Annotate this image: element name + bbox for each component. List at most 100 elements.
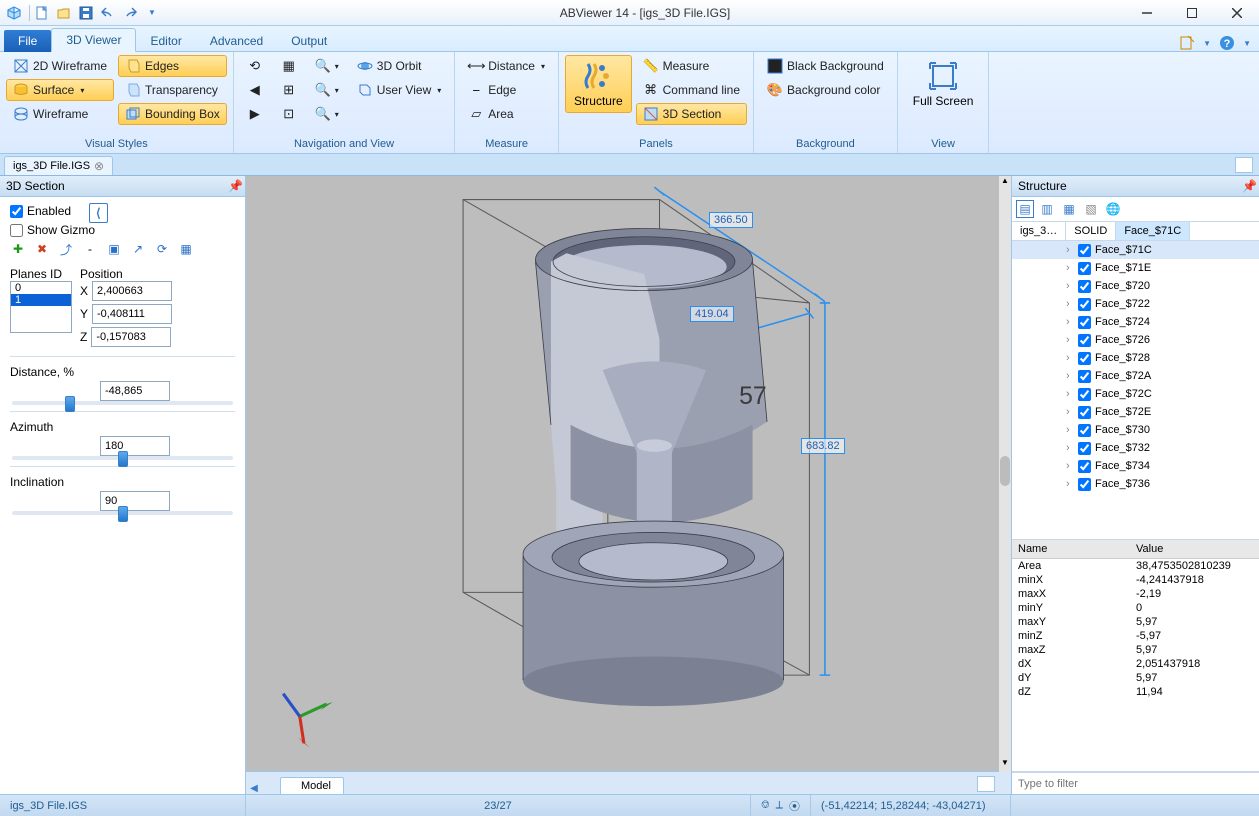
tree-row[interactable]: ›Face_$71C	[1012, 241, 1259, 259]
slider-azimuth[interactable]	[12, 456, 233, 460]
compose-icon[interactable]	[1179, 35, 1195, 51]
btn-nav5[interactable]: ⊞	[274, 79, 304, 101]
tab-expand[interactable]	[977, 776, 995, 792]
tree-row[interactable]: ›Face_$72E	[1012, 403, 1259, 421]
filter-input[interactable]	[1012, 772, 1259, 794]
struct-tool-5[interactable]: 🌐	[1104, 200, 1122, 218]
help-icon[interactable]: ?	[1219, 35, 1235, 51]
pin-icon[interactable]: 📌	[1239, 179, 1253, 193]
viewport-scrollbar[interactable]: ▲▼	[999, 176, 1011, 772]
tree-row[interactable]: ›Face_$72A	[1012, 367, 1259, 385]
struct-tool-4[interactable]: ▧	[1082, 200, 1100, 218]
check-show-gizmo[interactable]: Show Gizmo	[10, 223, 235, 237]
status-icon-2[interactable]: ⟂	[776, 799, 783, 812]
pin-icon[interactable]: 📌	[225, 179, 239, 193]
tool-t4[interactable]: ⟳	[154, 241, 170, 257]
tree-row[interactable]: ›Face_$736	[1012, 475, 1259, 493]
btn-edges[interactable]: Edges	[118, 55, 227, 77]
cube-icon[interactable]	[4, 3, 24, 23]
btn-fullscreen[interactable]: Full Screen	[904, 55, 983, 113]
btn-zoom[interactable]: 🔍▾	[308, 55, 346, 77]
btn-nav1[interactable]: ⟲	[240, 55, 270, 77]
btn-black-bg[interactable]: Black Background	[760, 55, 891, 77]
dropdown-icon[interactable]: ▼	[142, 3, 162, 23]
btn-nav6[interactable]: ⊡	[274, 103, 304, 125]
input-distance[interactable]	[100, 381, 170, 401]
btn-3d-section[interactable]: 3D Section	[636, 103, 747, 125]
btn-distance[interactable]: ⟷Distance▾	[461, 55, 552, 77]
btn-transparency[interactable]: Transparency	[118, 79, 227, 101]
tab-prev[interactable]: ◀	[246, 783, 262, 794]
tool-t5[interactable]: ▦	[178, 241, 194, 257]
status-icon-3[interactable]: ⦿	[789, 798, 800, 814]
btn-nav3[interactable]: ▶	[240, 103, 270, 125]
struct-tool-1[interactable]: ▤	[1016, 200, 1034, 218]
btn-3d-orbit[interactable]: 3D Orbit	[350, 55, 448, 77]
expand-tabs[interactable]	[1235, 157, 1253, 173]
redo-icon[interactable]	[120, 3, 140, 23]
open-icon[interactable]	[54, 3, 74, 23]
btn-user-view[interactable]: User View▾	[350, 79, 448, 101]
btn-surface[interactable]: Surface▾	[6, 79, 114, 101]
undo-icon[interactable]	[98, 3, 118, 23]
tab-editor[interactable]: Editor	[136, 30, 195, 52]
tool-add[interactable]: ✚	[10, 241, 26, 257]
struct-tool-2[interactable]: ▥	[1038, 200, 1056, 218]
input-x[interactable]	[92, 281, 172, 301]
tree-row[interactable]: ›Face_$734	[1012, 457, 1259, 475]
btn-command-line[interactable]: ⌘Command line	[636, 79, 747, 101]
input-azimuth[interactable]	[100, 436, 170, 456]
tool-t2[interactable]: ▣	[106, 241, 122, 257]
bc-face[interactable]: Face_$71C	[1116, 222, 1190, 240]
tool-del[interactable]: ✖	[34, 241, 50, 257]
input-z[interactable]	[91, 327, 171, 347]
maximize-button[interactable]	[1169, 0, 1214, 26]
new-icon[interactable]	[32, 3, 52, 23]
input-inclination[interactable]	[100, 491, 170, 511]
tree-row[interactable]: ›Face_$720	[1012, 277, 1259, 295]
tree-row[interactable]: ›Face_$732	[1012, 439, 1259, 457]
tree-row[interactable]: ›Face_$71E	[1012, 259, 1259, 277]
tree-row[interactable]: ›Face_$726	[1012, 331, 1259, 349]
tool-t3[interactable]: ↗	[130, 241, 146, 257]
tree-row[interactable]: ›Face_$722	[1012, 295, 1259, 313]
btn-edge[interactable]: ⎯Edge	[461, 79, 552, 101]
slider-inclination[interactable]	[12, 511, 233, 515]
tool-t1[interactable]: ⤴	[58, 241, 74, 257]
save-icon[interactable]	[76, 3, 96, 23]
btn-bounding-box[interactable]: Bounding Box	[118, 103, 227, 125]
tree-row[interactable]: ›Face_$724	[1012, 313, 1259, 331]
tab-advanced[interactable]: Advanced	[196, 30, 277, 52]
btn-structure-big[interactable]: Structure	[565, 55, 632, 113]
btn-wireframe[interactable]: Wireframe	[6, 103, 114, 125]
bc-root[interactable]: igs_3…	[1012, 222, 1066, 240]
btn-measure-panel[interactable]: 📏Measure	[636, 55, 747, 77]
close-button[interactable]	[1214, 0, 1259, 26]
btn-nav2[interactable]: ◀	[240, 79, 270, 101]
caret-icon[interactable]: ▼	[1243, 39, 1251, 48]
doc-tab[interactable]: igs_3D File.IGS⊗	[4, 156, 113, 175]
caret-icon[interactable]: ▼	[1203, 39, 1211, 48]
tab-file[interactable]: File	[4, 30, 51, 52]
slider-distance[interactable]	[12, 401, 233, 405]
status-icon-1[interactable]: ⎊	[761, 799, 770, 812]
check-enabled[interactable]: Enabled	[10, 204, 71, 218]
tab-output[interactable]: Output	[277, 30, 341, 52]
tree-row[interactable]: ›Face_$730	[1012, 421, 1259, 439]
struct-tool-3[interactable]: ▦	[1060, 200, 1078, 218]
face-tree[interactable]: ›Face_$71C›Face_$71E›Face_$720›Face_$722…	[1012, 241, 1259, 540]
btn-zoomin[interactable]: 🔍▾	[308, 79, 346, 101]
btn-bg-color[interactable]: 🎨Background color	[760, 79, 891, 101]
tab-model[interactable]: Model	[280, 777, 344, 794]
tree-row[interactable]: ›Face_$72C	[1012, 385, 1259, 403]
tab-3d-viewer[interactable]: 3D Viewer	[51, 28, 136, 52]
btn-2d-wireframe[interactable]: 2D Wireframe	[6, 55, 114, 77]
planes-list[interactable]: 0 1	[10, 281, 72, 333]
btn-zoomout[interactable]: 🔍▾	[308, 103, 346, 125]
btn-nav4[interactable]: ▦	[274, 55, 304, 77]
minimize-button[interactable]	[1124, 0, 1169, 26]
btn-area[interactable]: ▱Area	[461, 103, 552, 125]
bc-solid[interactable]: SOLID	[1066, 222, 1116, 240]
locate-button[interactable]: ⟨	[89, 203, 108, 223]
tree-row[interactable]: ›Face_$728	[1012, 349, 1259, 367]
